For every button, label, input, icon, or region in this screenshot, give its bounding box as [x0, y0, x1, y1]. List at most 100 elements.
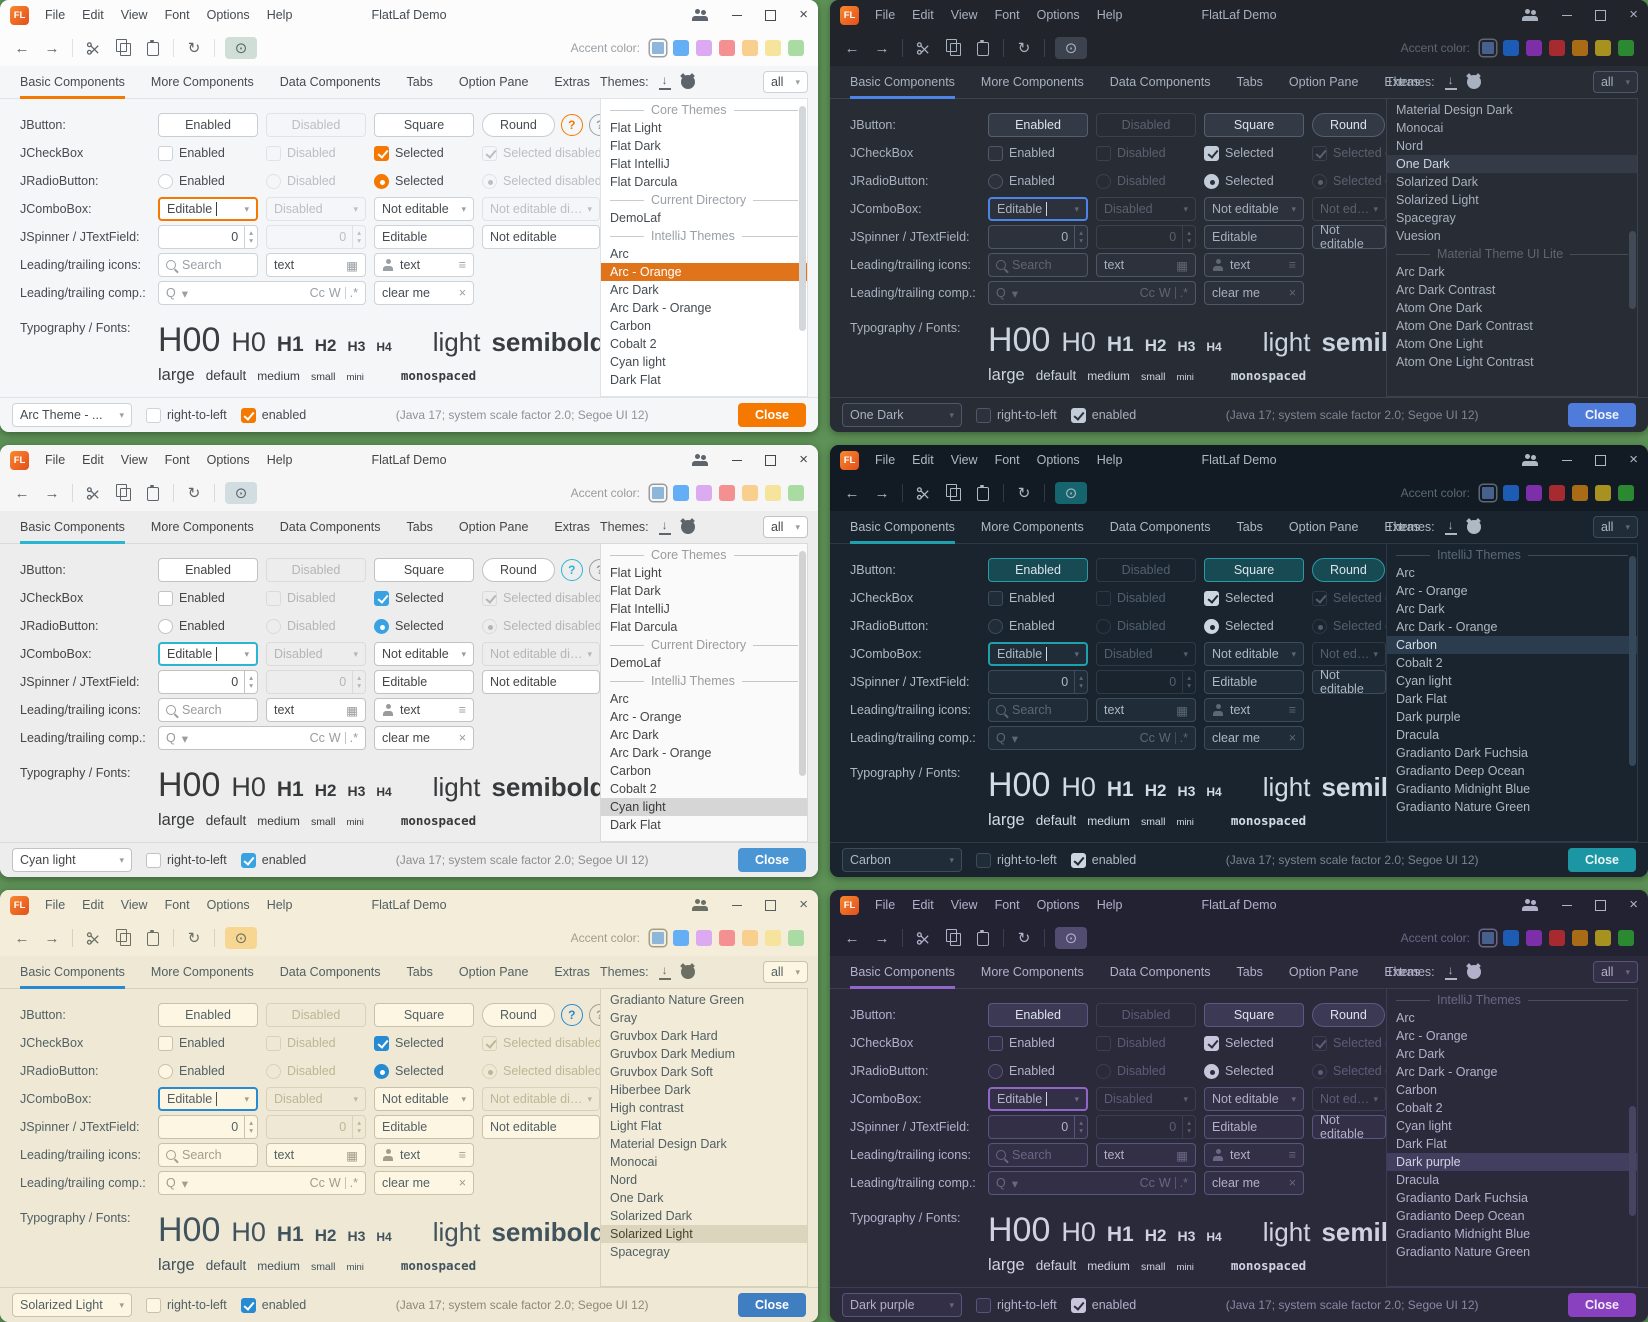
editable-textfield[interactable]: Editable [1204, 670, 1304, 694]
close-window-button[interactable]: × [799, 10, 808, 20]
radio-enabled[interactable]: Enabled [988, 1064, 1088, 1079]
regex-icon[interactable]: .* [1180, 1176, 1188, 1190]
maximize-button[interactable] [1595, 455, 1606, 466]
theme-list-item[interactable]: One Dark [601, 1189, 807, 1207]
menu-item[interactable]: Help [267, 8, 293, 22]
accent-color-swatch[interactable] [673, 40, 689, 56]
menu-item[interactable]: View [951, 898, 978, 912]
menu-item[interactable]: Font [995, 898, 1020, 912]
checkbox-selected[interactable]: Selected [374, 591, 474, 606]
accent-color-swatch[interactable] [650, 485, 666, 501]
round-button[interactable]: Round [482, 113, 555, 137]
radio-selected[interactable]: Selected [1204, 174, 1304, 189]
list-icon[interactable]: ≡ [459, 703, 466, 717]
theme-list-item[interactable]: Arc Dark - Orange [601, 299, 807, 317]
editable-combobox[interactable]: Editable▾ [158, 642, 258, 666]
spinner-arrows-icon[interactable]: ▴▾ [244, 1116, 257, 1138]
editable-combobox[interactable]: Editable▾ [988, 642, 1088, 666]
maximize-button[interactable] [765, 10, 776, 21]
themes-filter-combo[interactable]: all▾ [763, 71, 808, 93]
tab[interactable]: Data Components [280, 66, 381, 98]
scrollbar-thumb[interactable] [1629, 1106, 1636, 1216]
not-editable-textfield[interactable]: Not editable [1312, 670, 1386, 694]
github-icon[interactable] [1467, 520, 1481, 534]
spinner-arrows-icon[interactable]: ▴▾ [1074, 1116, 1087, 1138]
theme-list-item[interactable]: Solarized Light [601, 1225, 807, 1243]
tab[interactable]: Option Pane [1289, 956, 1359, 988]
theme-list-item[interactable]: Flat Light [601, 119, 807, 137]
tab[interactable]: More Components [151, 66, 254, 98]
whole-word-icon[interactable]: W [329, 1176, 341, 1190]
menu-item[interactable]: Help [267, 898, 293, 912]
editable-textfield[interactable]: Editable [1204, 225, 1304, 249]
copy-icon[interactable] [113, 37, 133, 59]
theme-list-item[interactable]: Dracula [1387, 726, 1637, 744]
forward-button[interactable]: → [872, 482, 892, 504]
menu-item[interactable]: Help [1097, 8, 1123, 22]
copy-icon[interactable] [113, 927, 133, 949]
accent-color-swatch[interactable] [719, 40, 735, 56]
theme-list-item[interactable]: DemoLaf [601, 209, 807, 227]
tab[interactable]: More Components [151, 956, 254, 988]
menu-item[interactable]: Options [207, 898, 250, 912]
tab[interactable]: Tabs [1237, 66, 1263, 98]
whole-word-icon[interactable]: W [1159, 286, 1171, 300]
forward-button[interactable]: → [42, 37, 62, 59]
show-hidden-eye-toggle[interactable]: ⊙ [225, 927, 257, 949]
accent-color-swatch[interactable] [742, 485, 758, 501]
not-editable-textfield[interactable]: Not editable [482, 670, 600, 694]
theme-list-item[interactable]: Flat IntelliJ [601, 155, 807, 173]
back-button[interactable]: ← [12, 37, 32, 59]
theme-list-item[interactable]: Light Flat [601, 1117, 807, 1135]
table-icon[interactable]: ▦ [1176, 258, 1188, 273]
theme-list-item[interactable]: Cobalt 2 [601, 780, 807, 798]
forward-button[interactable]: → [42, 482, 62, 504]
not-editable-combobox[interactable]: Not editable▾ [1204, 642, 1304, 666]
help-button-secondary[interactable]: ? [589, 1004, 600, 1026]
whole-word-icon[interactable]: W [329, 731, 341, 745]
accent-color-swatch[interactable] [765, 40, 781, 56]
accent-color-swatch[interactable] [788, 40, 804, 56]
show-hidden-eye-toggle[interactable]: ⊙ [1055, 927, 1087, 949]
back-button[interactable]: ← [12, 927, 32, 949]
download-icon[interactable]: ↓ [1445, 965, 1457, 980]
right-to-left-checkbox[interactable]: right-to-left [976, 1298, 1057, 1313]
spinner[interactable]: 0▴▾ [988, 670, 1088, 694]
checkbox-selected[interactable]: Selected [1204, 1036, 1304, 1051]
theme-list-item[interactable]: Carbon [1387, 636, 1637, 654]
menu-item[interactable]: Edit [82, 453, 104, 467]
spinner[interactable]: 0▴▾ [158, 1115, 258, 1139]
theme-list-item[interactable]: High contrast [601, 1099, 807, 1117]
regex-icon[interactable]: .* [1180, 731, 1188, 745]
search-type-button[interactable]: Q [996, 731, 1006, 745]
search-options-field[interactable]: Q ▾ Cc W .* [158, 1171, 366, 1195]
maximize-button[interactable] [765, 900, 776, 911]
enabled-button[interactable]: Enabled [158, 558, 258, 582]
spinner-arrows-icon[interactable]: ▴▾ [244, 226, 257, 248]
text-field-grid-icon[interactable]: text▦ [1096, 698, 1196, 722]
theme-selector-combo[interactable]: One Dark▾ [842, 403, 962, 427]
editable-textfield[interactable]: Editable [1204, 1115, 1304, 1139]
theme-list-item[interactable]: Dark Flat [601, 371, 807, 389]
accent-color-swatch[interactable] [1618, 40, 1634, 56]
enabled-checkbox[interactable]: enabled [1071, 408, 1137, 423]
theme-list-item[interactable]: Cobalt 2 [601, 335, 807, 353]
text-field-person-icon[interactable]: text≡ [1204, 698, 1304, 722]
editable-combobox[interactable]: Editable▾ [988, 197, 1088, 221]
back-button[interactable]: ← [842, 37, 862, 59]
menu-item[interactable]: Edit [82, 8, 104, 22]
theme-selector-combo[interactable]: Solarized Light▾ [12, 1293, 132, 1317]
theme-list-item[interactable]: Arc Dark - Orange [1387, 1063, 1637, 1081]
close-window-button[interactable]: × [1629, 10, 1638, 20]
not-editable-textfield[interactable]: Not editable [1312, 1115, 1386, 1139]
copy-icon[interactable] [943, 37, 963, 59]
scrollbar-thumb[interactable] [1629, 556, 1636, 766]
theme-list-item[interactable]: Cyan light [1387, 1117, 1637, 1135]
editable-textfield[interactable]: Editable [374, 225, 474, 249]
back-button[interactable]: ← [842, 482, 862, 504]
menu-item[interactable]: File [45, 453, 65, 467]
close-button[interactable]: Close [1568, 1293, 1636, 1317]
users-icon[interactable] [692, 9, 709, 21]
show-hidden-eye-toggle[interactable]: ⊙ [1055, 37, 1087, 59]
close-window-button[interactable]: × [1629, 455, 1638, 465]
